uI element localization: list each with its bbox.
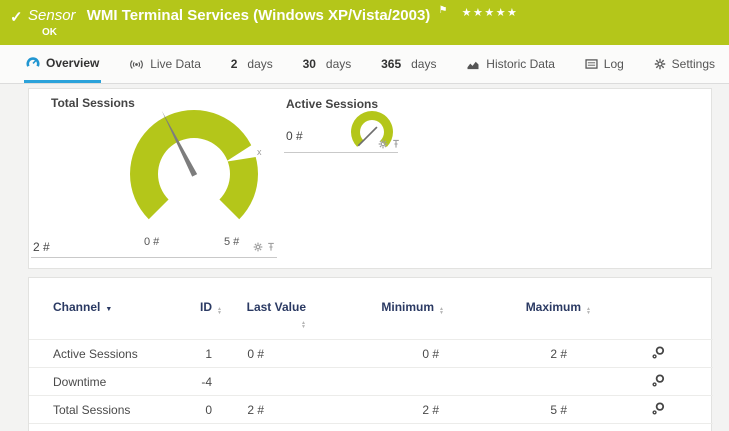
column-header-channel[interactable]: Channel▼ bbox=[29, 300, 194, 340]
channel-table-panel: Channel▼ ID▲▼ Last Value▲▼ Minimum▲▼ Max… bbox=[28, 277, 712, 431]
total-sessions-value: 2 # bbox=[33, 240, 50, 254]
channel-id: 0 bbox=[194, 396, 244, 424]
channel-name[interactable]: Downtime bbox=[29, 368, 194, 396]
channel-name[interactable]: Total Sessions bbox=[29, 396, 194, 424]
log-icon bbox=[585, 59, 598, 69]
tab-historic-data[interactable]: Historic Data bbox=[464, 45, 557, 83]
tab-number: 2 bbox=[231, 57, 238, 71]
gauge-icon bbox=[26, 56, 40, 69]
gauge-settings-gear-icon[interactable] bbox=[253, 242, 263, 252]
gauge-max-label: 5 # bbox=[224, 236, 239, 248]
channel-minimum: 2 # bbox=[334, 396, 474, 424]
tab-label: Historic Data bbox=[486, 57, 555, 71]
table-header-row: Channel▼ ID▲▼ Last Value▲▼ Minimum▲▼ Max… bbox=[29, 300, 713, 340]
channel-maximum bbox=[474, 368, 619, 396]
sort-icon: ▲▼ bbox=[217, 307, 222, 315]
sensor-page: ✓ Sensor WMI Terminal Services (Windows … bbox=[0, 0, 729, 431]
column-header-actions bbox=[619, 300, 713, 340]
total-sessions-gauge[interactable] bbox=[119, 99, 269, 249]
tab-label: days bbox=[247, 57, 272, 71]
table-row: Total Sessions 0 2 # 2 # 5 # bbox=[29, 396, 713, 424]
live-icon bbox=[129, 59, 144, 70]
gauge-underline bbox=[284, 152, 398, 153]
channel-settings-icon[interactable] bbox=[651, 345, 666, 363]
channel-minimum: 0 # bbox=[334, 340, 474, 368]
tab-label: Live Data bbox=[150, 57, 201, 71]
channel-last-value bbox=[244, 368, 334, 396]
channel-table: Channel▼ ID▲▼ Last Value▲▼ Minimum▲▼ Max… bbox=[29, 300, 713, 424]
tab-2-days[interactable]: 2 days bbox=[229, 45, 275, 83]
table-row: Active Sessions 1 0 # 0 # 2 # bbox=[29, 340, 713, 368]
gauge-marker-label: x bbox=[257, 147, 262, 157]
channel-last-value: 0 # bbox=[244, 340, 334, 368]
channel-last-value: 2 # bbox=[244, 396, 334, 424]
gear-icon bbox=[654, 58, 666, 70]
status-badge: OK bbox=[42, 27, 57, 38]
table-row: Downtime -4 bbox=[29, 368, 713, 396]
tab-label: Settings bbox=[672, 57, 715, 71]
sensor-title-line: Sensor WMI Terminal Services (Windows XP… bbox=[28, 7, 518, 24]
gauge-pin-icon[interactable] bbox=[267, 242, 275, 252]
ok-check-icon: ✓ bbox=[10, 8, 23, 26]
channel-minimum bbox=[334, 368, 474, 396]
sort-icon: ▲▼ bbox=[586, 307, 591, 315]
active-sessions-value: 0 # bbox=[286, 129, 303, 143]
sort-icon: ▲▼ bbox=[301, 321, 306, 329]
channel-maximum: 2 # bbox=[474, 340, 619, 368]
sort-icon: ▲▼ bbox=[439, 307, 444, 315]
tab-log[interactable]: Log bbox=[583, 45, 626, 83]
priority-flag-icon[interactable]: ⚑ bbox=[438, 5, 447, 16]
tab-365-days[interactable]: 365 days bbox=[379, 45, 438, 83]
tab-number: 365 bbox=[381, 57, 401, 71]
area-chart-icon bbox=[466, 59, 480, 70]
gauges-panel: Total Sessions x 0 # 5 # 2 # Active Sess… bbox=[28, 88, 712, 269]
sensor-header: ✓ Sensor WMI Terminal Services (Windows … bbox=[0, 0, 729, 45]
tab-settings[interactable]: Settings bbox=[652, 45, 717, 83]
tab-label: days bbox=[411, 57, 436, 71]
page-title: WMI Terminal Services (Windows XP/Vista/… bbox=[87, 7, 431, 24]
tab-30-days[interactable]: 30 days bbox=[301, 45, 354, 83]
tab-bar: Overview Live Data 2days 30days 365days … bbox=[0, 45, 729, 84]
gauge-needle bbox=[358, 127, 377, 146]
gauge-pin-icon[interactable] bbox=[392, 139, 400, 149]
channel-settings-icon[interactable] bbox=[651, 373, 666, 391]
tab-live-data[interactable]: Live Data bbox=[127, 45, 203, 83]
channel-id: 1 bbox=[194, 340, 244, 368]
tab-label: days bbox=[326, 57, 351, 71]
gauge-underline bbox=[31, 257, 277, 258]
column-header-last-value[interactable]: Last Value▲▼ bbox=[244, 300, 334, 340]
channel-settings-icon[interactable] bbox=[651, 401, 666, 419]
column-header-minimum[interactable]: Minimum▲▼ bbox=[334, 300, 474, 340]
channel-id: -4 bbox=[194, 368, 244, 396]
channel-maximum: 5 # bbox=[474, 396, 619, 424]
tab-label: Overview bbox=[46, 56, 99, 70]
tab-label: Log bbox=[604, 57, 624, 71]
column-header-maximum[interactable]: Maximum▲▼ bbox=[474, 300, 619, 340]
gauge-min-label: 0 # bbox=[144, 236, 159, 248]
tab-overview[interactable]: Overview bbox=[24, 45, 101, 83]
sort-desc-icon: ▼ bbox=[105, 306, 112, 313]
tab-number: 30 bbox=[303, 57, 316, 71]
column-header-id[interactable]: ID▲▼ bbox=[194, 300, 244, 340]
priority-stars[interactable]: ★★★★★ bbox=[462, 7, 519, 19]
gauge-settings-gear-icon[interactable] bbox=[378, 139, 388, 149]
channel-name[interactable]: Active Sessions bbox=[29, 340, 194, 368]
sensor-kind-label: Sensor bbox=[28, 7, 76, 24]
